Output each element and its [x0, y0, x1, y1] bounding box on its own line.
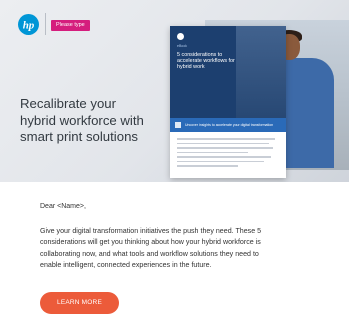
learn-more-button[interactable]: LEARN MORE: [40, 292, 119, 314]
ebook-cover[interactable]: eBook 5 considerations to accelerate wor…: [170, 26, 286, 178]
hp-logo[interactable]: hp: [18, 14, 39, 35]
ebook-badge: eBook: [177, 44, 187, 48]
body-line: Give your digital transformation initiat…: [40, 227, 262, 235]
headline-line: hybrid workforce with: [20, 112, 144, 128]
hp-logo-icon: hp: [23, 20, 35, 32]
body-line: enable intelligent, connected experience…: [40, 260, 212, 269]
logo-divider: [45, 13, 46, 35]
chart-icon: [175, 122, 181, 128]
ebook-cover-art: eBook 5 considerations to accelerate wor…: [170, 26, 286, 118]
ebook-title: 5 considerations to accelerate workflows…: [177, 52, 235, 71]
hero-banner: hp Please type Recalibrate your hybrid w…: [0, 0, 349, 182]
headline-line: Recalibrate your: [20, 96, 117, 111]
hero-headline: Recalibrate your hybrid workforce with s…: [20, 96, 195, 146]
ebook-band-text: Uncover insights to accelerate your digi…: [185, 123, 274, 127]
email-greeting: Dear <Name>,: [40, 203, 86, 210]
ebook-logo-icon: [177, 33, 184, 40]
ebook-body-text: [177, 138, 279, 170]
ebook-cover-photo: [236, 26, 286, 118]
svg-text:hp: hp: [23, 20, 35, 32]
ebook-band: Uncover insights to accelerate your digi…: [170, 118, 286, 132]
headline-line: smart print solutions: [20, 129, 138, 144]
brand-tag: Please type: [51, 20, 90, 31]
email-body: Give your digital transformation initiat…: [40, 226, 312, 271]
body-line: collaborating now, and what tools and wo…: [40, 249, 259, 258]
body-line: considerations will get you thinking abo…: [40, 238, 261, 247]
